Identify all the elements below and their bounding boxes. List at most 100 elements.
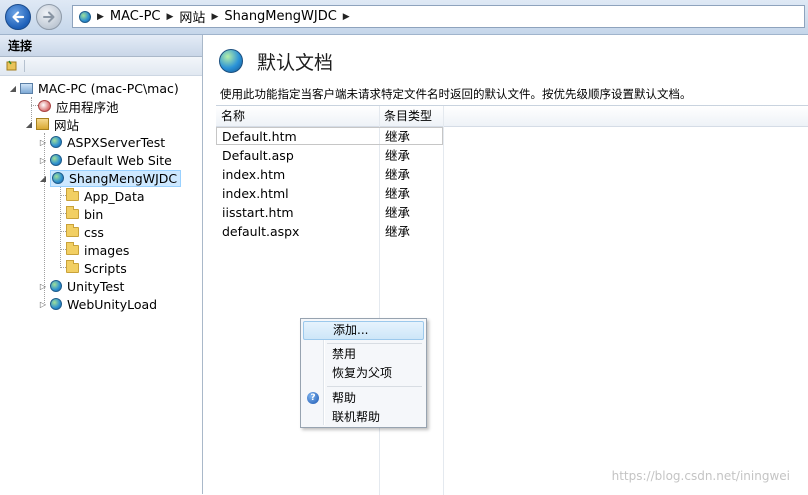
tree-node-label: 应用程序池 xyxy=(56,99,119,115)
tree-node-label: css xyxy=(84,224,104,240)
arrow-left-icon xyxy=(12,11,25,23)
app-pool-icon xyxy=(38,100,51,112)
tree-node-folder[interactable]: App_Data xyxy=(66,187,145,205)
selected-node[interactable]: ShangMengWJDC xyxy=(50,169,182,187)
tree-node-sites[interactable]: ◢ 网站 xyxy=(24,115,79,133)
chevron-right-icon: ▶ xyxy=(166,11,174,22)
collapse-icon[interactable]: ◢ xyxy=(8,84,18,93)
menu-item-revert[interactable]: 恢复为父项 xyxy=(303,364,424,383)
address-field[interactable]: ▶ MAC-PC ▶ 网站 ▶ ShangMengWJDC ▶ xyxy=(72,5,805,28)
tree-node-label: ASPXServerTest xyxy=(67,134,166,150)
connect-icon[interactable] xyxy=(6,60,18,72)
tree-node-app-pools[interactable]: 应用程序池 xyxy=(38,97,119,115)
tree-node-site-selected[interactable]: ◢ ShangMengWJDC xyxy=(38,169,182,187)
collapse-icon[interactable]: ◢ xyxy=(24,120,34,129)
list-row[interactable]: index.htm 继承 xyxy=(216,165,808,184)
tree-node-folder[interactable]: Scripts xyxy=(66,259,127,277)
tree-node-label: App_Data xyxy=(84,188,145,204)
globe-icon xyxy=(50,280,62,292)
toolbar-divider xyxy=(24,60,25,72)
globe-icon xyxy=(50,136,62,148)
connections-toolbar xyxy=(0,57,202,76)
tree-node-label: Scripts xyxy=(84,260,127,276)
list-header: 名称 条目类型 xyxy=(216,106,808,127)
menu-item-online-help[interactable]: 联机帮助 xyxy=(303,408,424,427)
tree-node-label: Default Web Site xyxy=(67,152,172,168)
connections-header: 连接 xyxy=(0,35,202,57)
menu-separator xyxy=(327,386,422,387)
tree-node-label: MAC-PC (mac-PC\mac) xyxy=(38,80,179,96)
globe-icon xyxy=(52,172,64,184)
tree-node-folder[interactable]: bin xyxy=(66,205,103,223)
row-type: 继承 xyxy=(385,224,411,239)
column-header-type[interactable]: 条目类型 xyxy=(379,106,443,126)
row-name: index.htm xyxy=(222,167,286,182)
menu-separator xyxy=(327,343,422,344)
globe-icon xyxy=(79,10,91,23)
tree-node-label: images xyxy=(84,242,130,258)
expand-icon[interactable]: ▷ xyxy=(38,282,48,291)
back-button[interactable] xyxy=(5,4,31,30)
watermark: https://blog.csdn.net/iningwei xyxy=(611,469,790,483)
page-title: 默认文档 xyxy=(257,52,334,74)
breadcrumb-server[interactable]: MAC-PC xyxy=(110,9,161,24)
row-type: 继承 xyxy=(385,129,411,144)
context-menu: 添加... 禁用 恢复为父项 ? 帮助 联机帮助 xyxy=(300,318,427,428)
row-type: 继承 xyxy=(385,148,411,163)
row-type: 继承 xyxy=(385,186,411,201)
tree-node-server[interactable]: ◢ MAC-PC (mac-PC\mac) xyxy=(8,79,179,97)
help-icon: ? xyxy=(307,392,319,404)
menu-item-help[interactable]: ? 帮助 xyxy=(303,389,424,408)
sites-icon xyxy=(36,118,49,130)
tree-node-label: UnityTest xyxy=(67,278,125,294)
tree-node-site[interactable]: ▷ Default Web Site xyxy=(38,151,172,169)
expand-icon[interactable]: ▷ xyxy=(38,300,48,309)
tree-node-folder[interactable]: css xyxy=(66,223,104,241)
tree-node-label: bin xyxy=(84,206,104,222)
row-name: iisstart.htm xyxy=(222,205,294,220)
connections-panel: 连接 ◢ MAC-PC (mac-PC\mac) 应用程序池 ◢ 网站 ▷ AS… xyxy=(0,35,203,494)
tree-node-folder[interactable]: images xyxy=(66,241,129,259)
tree-node-label: WebUnityLoad xyxy=(67,296,158,312)
breadcrumb-site[interactable]: ShangMengWJDC xyxy=(224,9,336,24)
tree-node-site[interactable]: ▷ WebUnityLoad xyxy=(38,295,157,313)
chevron-right-icon: ▶ xyxy=(97,11,104,22)
list-row[interactable]: Default.htm 继承 xyxy=(216,127,808,146)
row-name: Default.asp xyxy=(222,148,294,163)
row-type: 继承 xyxy=(385,205,411,220)
breadcrumb-sites[interactable]: 网站 xyxy=(179,7,205,26)
globe-icon xyxy=(50,298,62,310)
folder-icon xyxy=(66,260,79,273)
list-row[interactable]: index.html 继承 xyxy=(216,184,808,203)
list-row[interactable]: iisstart.htm 继承 xyxy=(216,203,808,222)
expand-icon[interactable]: ▷ xyxy=(38,156,48,165)
tree-node-site[interactable]: ▷ ASPXServerTest xyxy=(38,133,165,151)
globe-icon xyxy=(50,154,62,166)
page-description: 使用此功能指定当客户端未请求特定文件名时返回的默认文件。按优先级顺序设置默认文档… xyxy=(220,87,692,101)
row-name: Default.htm xyxy=(222,129,297,144)
row-name: index.html xyxy=(222,186,289,201)
default-documents-list[interactable]: 名称 条目类型 Default.htm 继承 Default.asp 继承 in… xyxy=(216,105,808,495)
menu-item-add[interactable]: 添加... xyxy=(303,321,424,340)
tree-line xyxy=(60,186,61,268)
address-bar: ▶ MAC-PC ▶ 网站 ▶ ShangMengWJDC ▶ xyxy=(0,0,808,35)
globe-icon xyxy=(219,49,243,73)
folder-icon xyxy=(66,242,79,255)
arrow-right-icon xyxy=(43,11,55,23)
menu-item-disable[interactable]: 禁用 xyxy=(303,345,424,364)
list-row[interactable]: default.aspx 继承 xyxy=(216,222,808,241)
folder-icon xyxy=(66,224,79,237)
folder-icon xyxy=(66,188,79,201)
row-name: default.aspx xyxy=(222,224,300,239)
list-row[interactable]: Default.asp 继承 xyxy=(216,146,808,165)
column-header-name[interactable]: 名称 xyxy=(216,106,379,126)
tree-node-site[interactable]: ▷ UnityTest xyxy=(38,277,125,295)
chevron-right-icon: ▶ xyxy=(211,11,219,22)
server-icon xyxy=(20,82,33,94)
collapse-icon[interactable]: ◢ xyxy=(38,174,48,183)
chevron-right-icon[interactable]: ▶ xyxy=(343,12,350,22)
row-type: 继承 xyxy=(385,167,411,182)
main-content: 默认文档 使用此功能指定当客户端未请求特定文件名时返回的默认文件。按优先级顺序设… xyxy=(209,35,808,495)
expand-icon[interactable]: ▷ xyxy=(38,138,48,147)
forward-button[interactable] xyxy=(36,4,62,30)
